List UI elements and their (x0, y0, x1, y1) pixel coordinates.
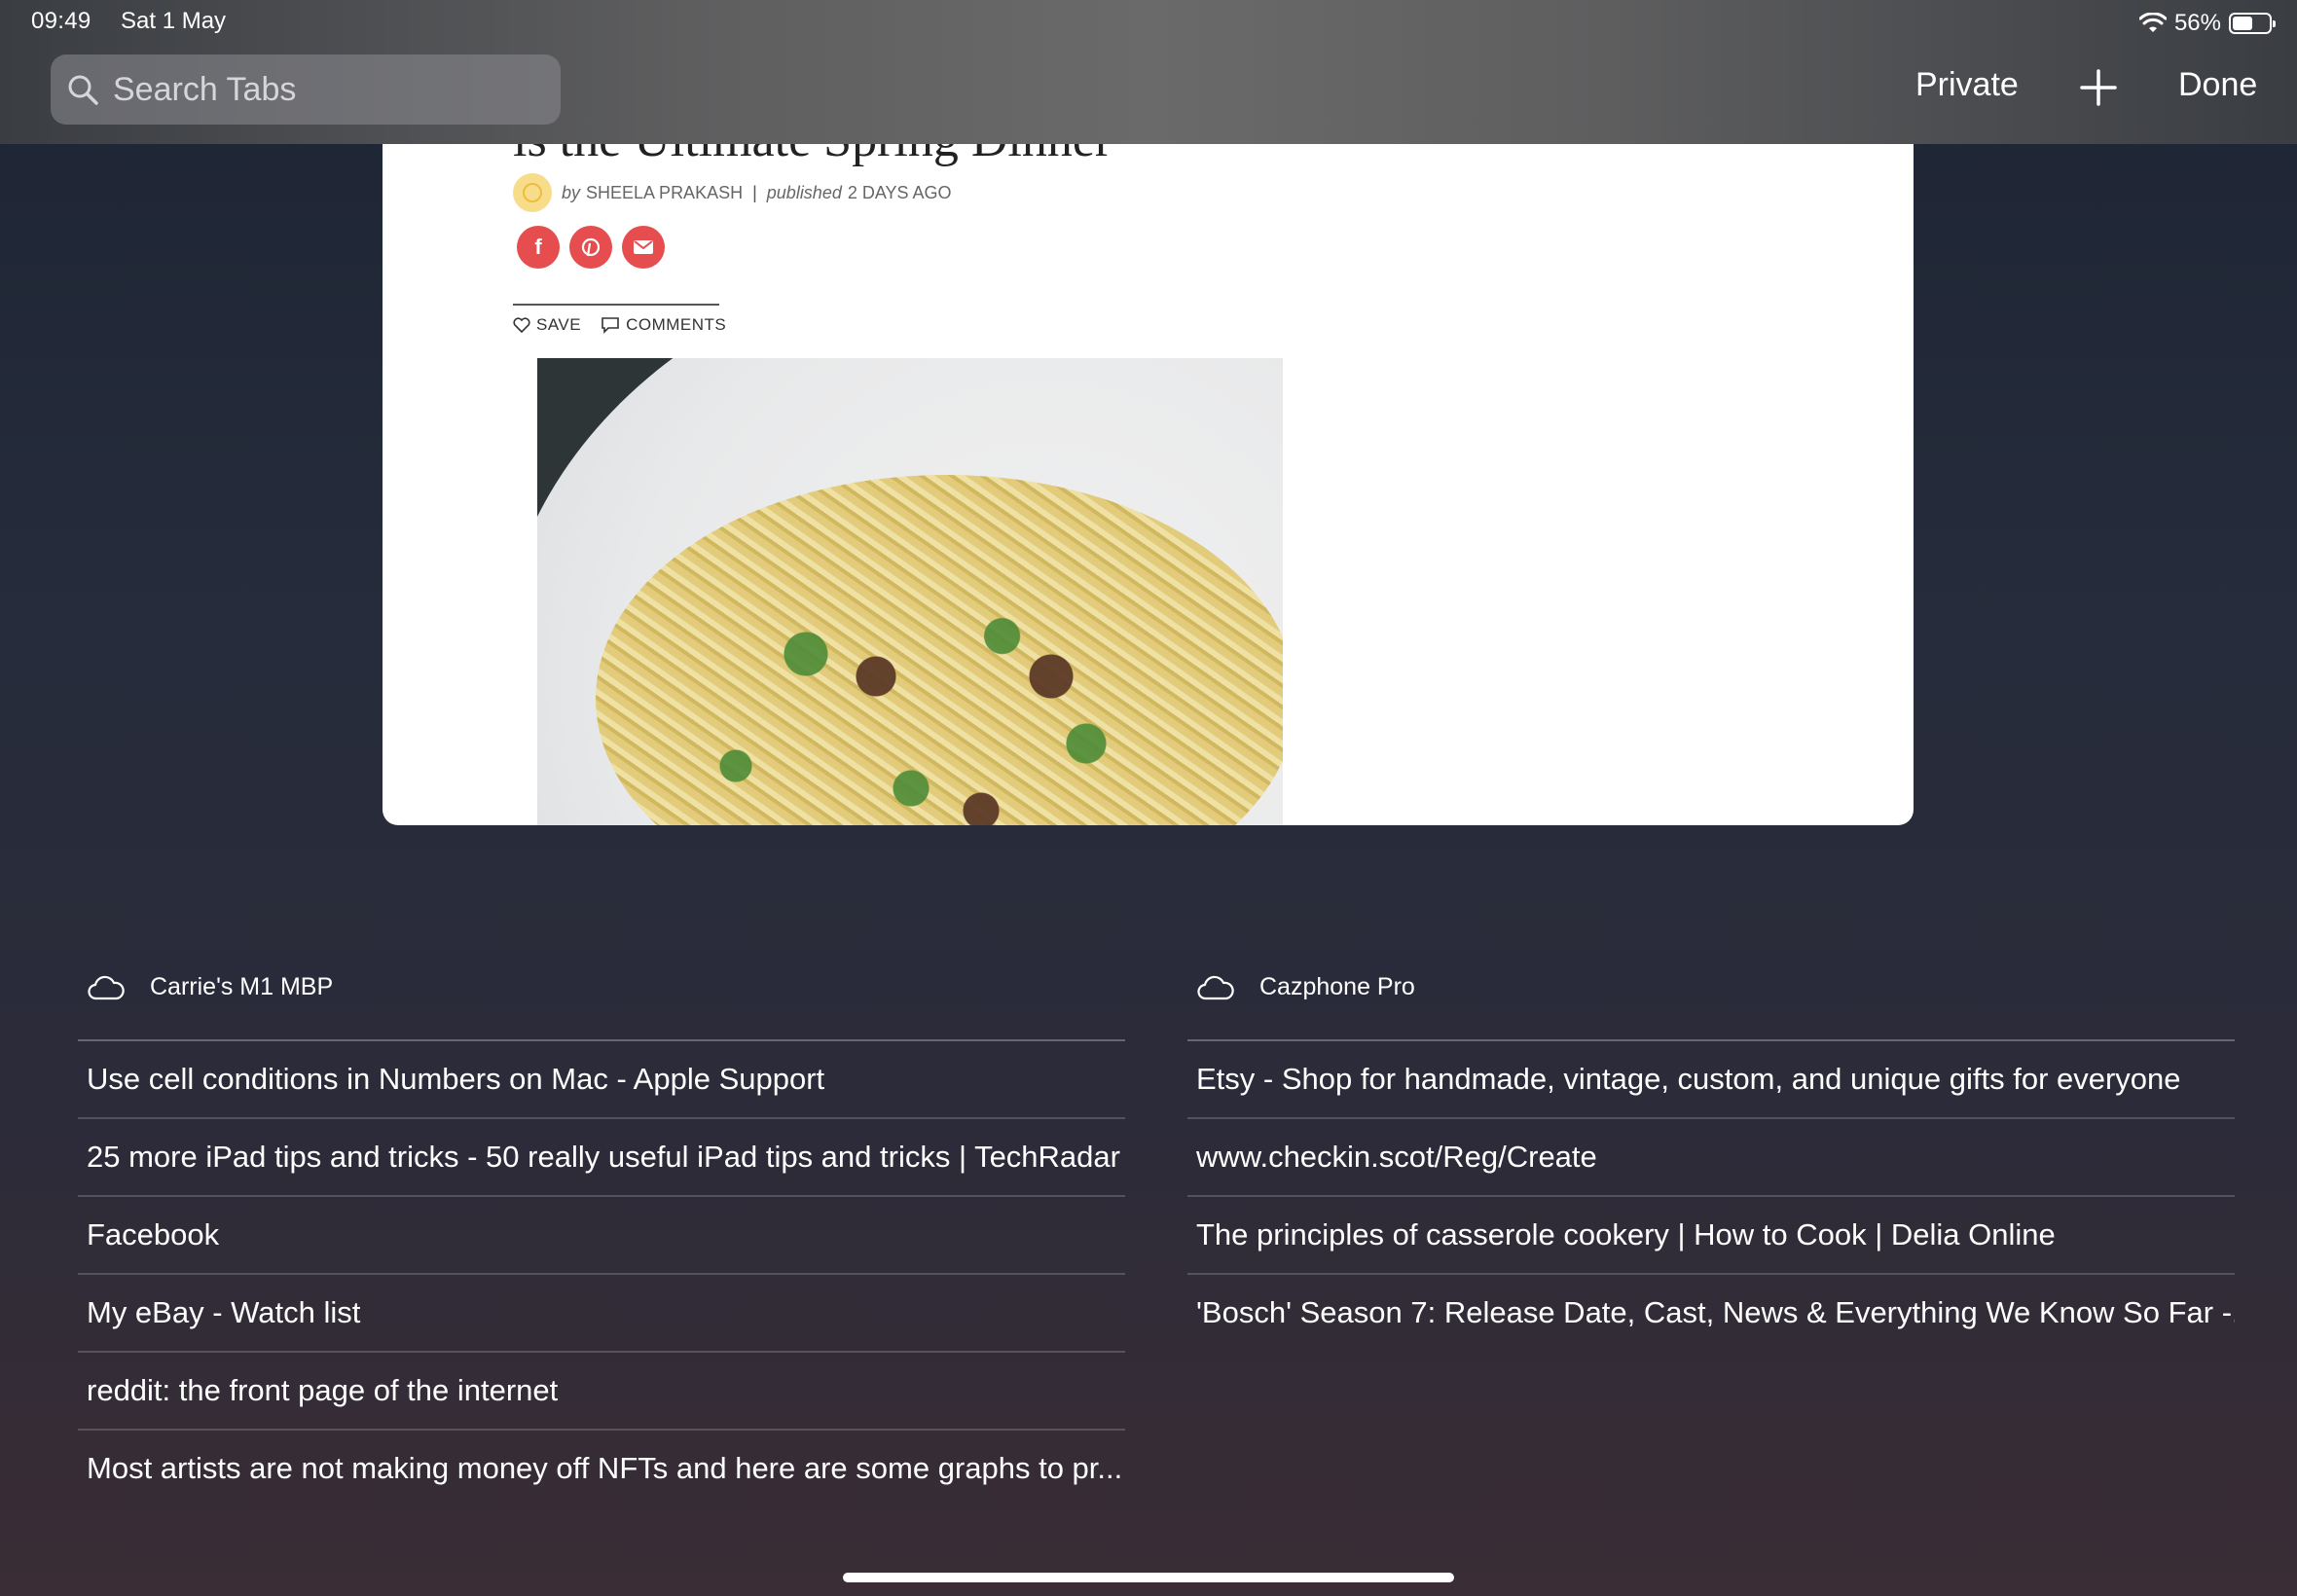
comments-label: COMMENTS (626, 315, 727, 334)
tab-preview-card[interactable]: is the Ultimate Spring Dinner by SHEELA … (383, 144, 1914, 825)
device-name: Cazphone Pro (1259, 973, 1415, 1000)
article-food-photo (537, 358, 1283, 825)
search-tabs-field[interactable] (51, 54, 561, 125)
wifi-icon (2138, 13, 2167, 32)
pinterest-icon (569, 226, 612, 269)
author-name: SHEELA PRAKASH (586, 182, 744, 202)
private-button[interactable]: Private (1915, 66, 2019, 104)
synced-tab-item[interactable]: Etsy - Shop for handmade, vintage, custo… (1187, 1041, 2235, 1119)
synced-tab-item[interactable]: The principles of casserole cookery | Ho… (1187, 1197, 2235, 1275)
device-name: Carrie's M1 MBP (150, 973, 334, 1000)
battery-tip (2273, 20, 2276, 27)
status-indicators: 56% (2138, 8, 2276, 39)
device-tab-list-1: Use cell conditions in Numbers on Mac - … (78, 1039, 1125, 1506)
author-avatar (513, 173, 552, 212)
article-byline: by SHEELA PRAKASH | published 2 DAYS AGO (513, 173, 952, 212)
device-tab-list-2: Etsy - Shop for handmade, vintage, custo… (1187, 1039, 2235, 1351)
article-rule (513, 304, 719, 306)
plus-icon (2080, 69, 2117, 106)
synced-tab-item[interactable]: www.checkin.scot/Reg/Create (1187, 1119, 2235, 1197)
byline-separator: | (752, 182, 757, 202)
comments-action: COMMENTS (601, 315, 726, 335)
facebook-icon: f (517, 226, 560, 269)
device-header-2: Cazphone Pro (1197, 973, 1415, 1001)
synced-tab-item[interactable]: Use cell conditions in Numbers on Mac - … (78, 1041, 1125, 1119)
new-tab-button[interactable] (2079, 68, 2118, 116)
status-date: Sat 1 May (121, 8, 227, 34)
synced-tab-item[interactable]: Facebook (78, 1197, 1125, 1275)
done-button[interactable]: Done (2178, 66, 2257, 104)
home-indicator[interactable] (843, 1573, 1454, 1582)
published-prefix: published (766, 182, 842, 202)
published-date: 2 DAYS AGO (847, 182, 952, 202)
email-icon (622, 226, 665, 269)
save-label: SAVE (536, 315, 582, 334)
share-buttons: f (517, 226, 665, 269)
cloud-icon (1197, 975, 1234, 999)
status-time: 09:49 (31, 8, 91, 34)
cloud-icon (88, 975, 125, 999)
synced-tab-item[interactable]: 25 more iPad tips and tricks - 50 really… (78, 1119, 1125, 1197)
synced-tab-item[interactable]: Most artists are not making money off NF… (78, 1431, 1125, 1506)
synced-tab-item[interactable]: 'Bosch' Season 7: Release Date, Cast, Ne… (1187, 1275, 2235, 1351)
save-action: SAVE (513, 315, 581, 335)
device-header-1: Carrie's M1 MBP (88, 973, 333, 1001)
battery-percent: 56% (2173, 10, 2221, 36)
search-tabs-input[interactable] (111, 69, 543, 110)
battery-icon (2229, 13, 2276, 34)
synced-tab-item[interactable]: My eBay - Watch list (78, 1275, 1125, 1353)
byline-prefix: by (562, 182, 581, 202)
synced-tab-item[interactable]: reddit: the front page of the internet (78, 1353, 1125, 1431)
article-actions: SAVE COMMENTS (513, 315, 726, 335)
comment-icon (602, 317, 619, 334)
heart-icon (513, 317, 530, 333)
search-icon (68, 75, 98, 105)
article-headline: is the Ultimate Spring Dinner (513, 144, 1112, 168)
battery-fill (2233, 17, 2252, 30)
